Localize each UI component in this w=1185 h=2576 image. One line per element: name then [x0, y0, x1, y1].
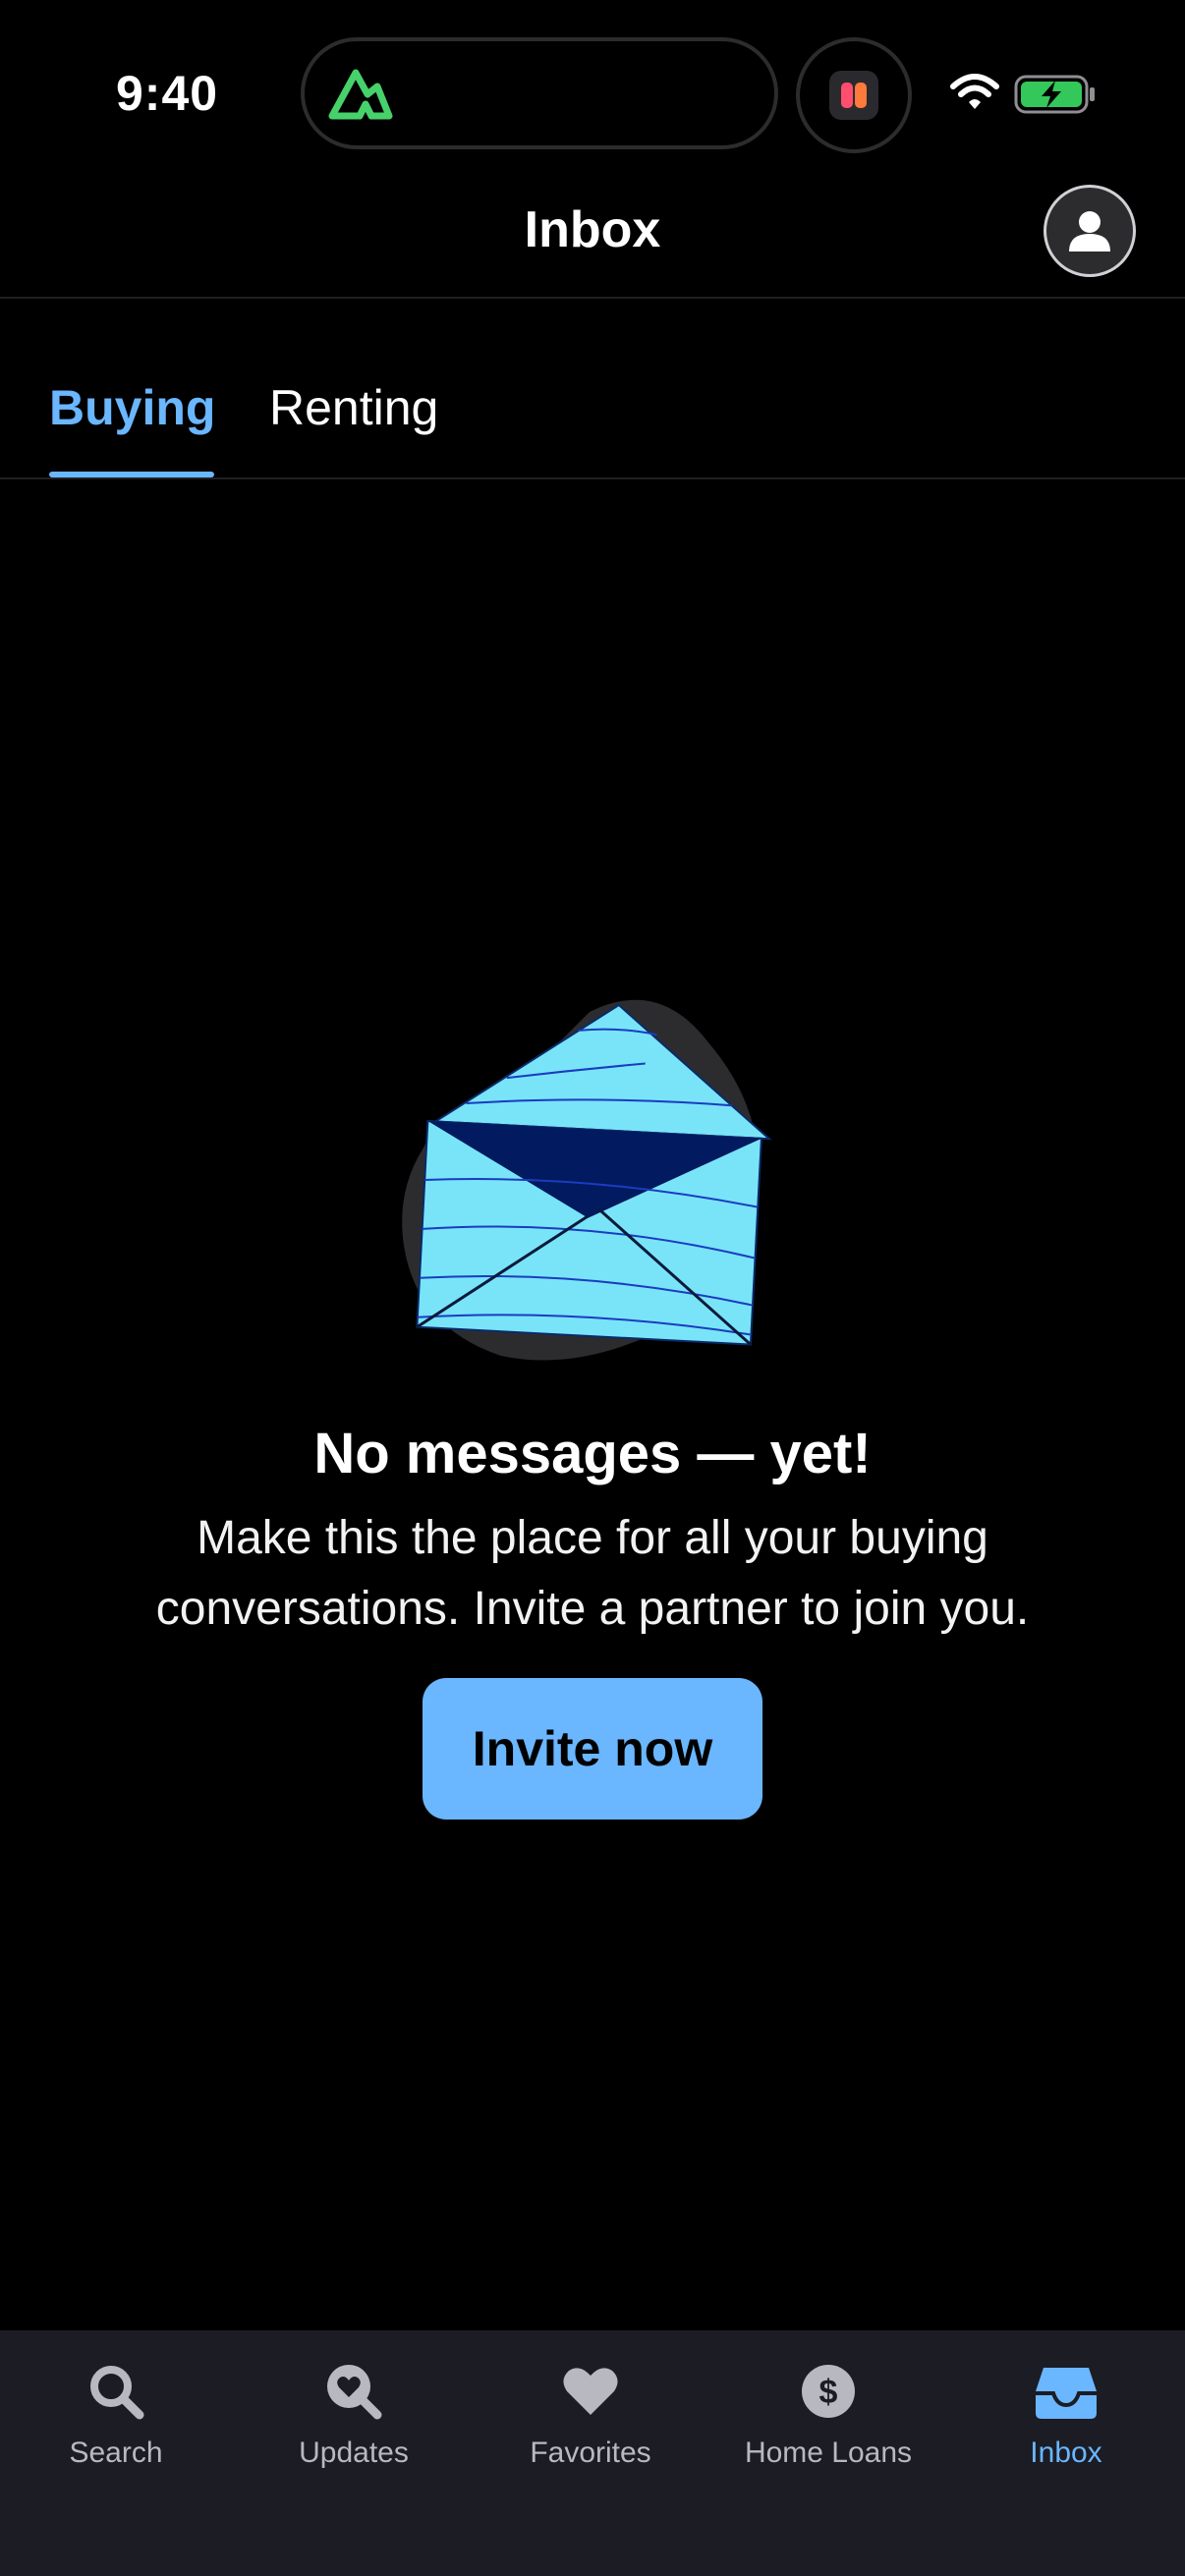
user-icon [1069, 211, 1110, 252]
status-bar: 9:40 [0, 0, 1185, 177]
tab-renting[interactable]: Renting [269, 379, 438, 436]
invite-now-button[interactable]: Invite now [423, 1678, 762, 1820]
tabbar-item-inbox[interactable]: Inbox [948, 2330, 1184, 2497]
activity-app-icon [829, 71, 878, 120]
tabbar-label: Search [69, 2436, 163, 2469]
updates-icon [327, 2365, 382, 2420]
tabbar-label: Updates [299, 2436, 409, 2469]
tabbar-item-favorites[interactable]: Favorites [473, 2330, 708, 2497]
dynamic-island [301, 37, 778, 149]
wifi-icon [950, 74, 999, 109]
app-logo-icon [328, 69, 393, 120]
tabbar-label: Favorites [530, 2436, 651, 2469]
profile-avatar-button[interactable] [1044, 185, 1136, 277]
header: Inbox [0, 177, 1185, 299]
tabbar-item-home-loans[interactable]: $ Home Loans [710, 2330, 946, 2497]
tabbar-item-updates[interactable]: Updates [236, 2330, 472, 2497]
page-title: Inbox [524, 201, 661, 258]
dollar-icon: $ [802, 2365, 855, 2418]
battery-charging-icon [1014, 75, 1095, 114]
tab-buying[interactable]: Buying [49, 379, 215, 436]
inbox-tabs: Buying Renting [0, 297, 1185, 479]
empty-state-text: Make this the place for all your buying … [155, 1512, 1030, 1635]
empty-state-title: No messages — yet! [313, 1422, 872, 1485]
tabbar-label: Inbox [1030, 2436, 1102, 2469]
status-time: 9:40 [116, 66, 219, 121]
tabbar-item-search[interactable]: Search [0, 2330, 234, 2497]
inbox-icon [1036, 2368, 1097, 2419]
heart-icon [563, 2368, 618, 2415]
dynamic-island-activity [796, 37, 912, 153]
svg-text:$: $ [819, 2374, 838, 2411]
bottom-tab-bar: Search Updates Favorites $ Home Loans In… [0, 2330, 1185, 2576]
tabbar-label: Home Loans [744, 2436, 913, 2469]
search-icon [90, 2366, 144, 2420]
envelope-illustration [402, 999, 772, 1361]
active-tab-indicator [49, 472, 214, 477]
